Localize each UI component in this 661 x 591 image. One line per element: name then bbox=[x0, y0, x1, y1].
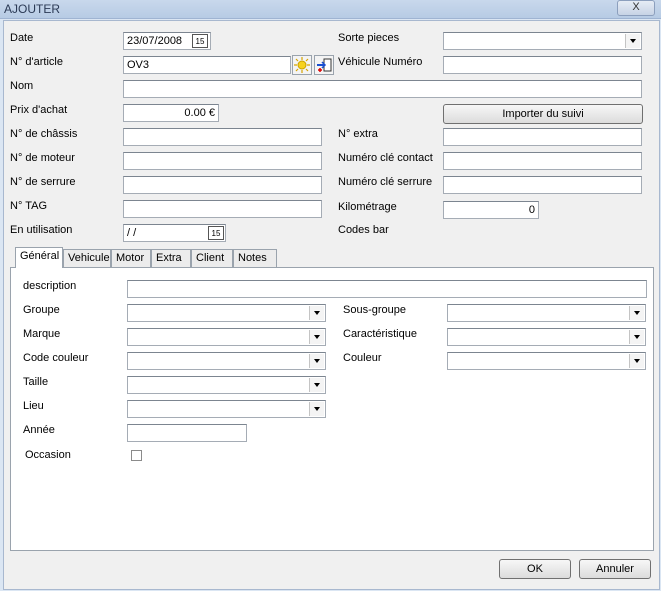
dropdown-arrow-icon[interactable] bbox=[309, 330, 324, 344]
lieu-dropdown[interactable] bbox=[127, 400, 326, 418]
dropdown-arrow-icon[interactable] bbox=[629, 330, 644, 344]
extra-label: N° extra bbox=[338, 128, 378, 140]
extra-field[interactable] bbox=[443, 128, 642, 146]
en-utilisation-label: En utilisation bbox=[10, 224, 73, 236]
annee-field[interactable] bbox=[127, 424, 247, 442]
tab-client[interactable]: Client bbox=[191, 249, 233, 267]
date-label: Date bbox=[10, 32, 34, 44]
tab-motor[interactable]: Motor bbox=[111, 249, 151, 267]
close-icon: X bbox=[632, 1, 640, 13]
new-article-icon bbox=[294, 57, 310, 73]
cle-contact-label: Numéro clé contact bbox=[338, 152, 433, 164]
moteur-label: N° de moteur bbox=[10, 152, 75, 164]
groupe-label: Groupe bbox=[23, 304, 60, 316]
nom-label: Nom bbox=[10, 80, 34, 92]
ok-button[interactable]: OK bbox=[499, 559, 571, 579]
insert-record-button[interactable] bbox=[314, 55, 334, 75]
sorte-pieces-dropdown[interactable] bbox=[443, 32, 642, 50]
dropdown-arrow-icon[interactable] bbox=[625, 34, 640, 48]
dropdown-arrow-icon[interactable] bbox=[309, 378, 324, 392]
annuler-button[interactable]: Annuler bbox=[579, 559, 651, 579]
article-label: N° d'article bbox=[10, 56, 63, 68]
kilometrage-label: Kilométrage bbox=[338, 201, 397, 213]
sorte-pieces-label: Sorte pieces bbox=[338, 32, 400, 44]
dropdown-arrow-icon[interactable] bbox=[629, 354, 644, 368]
importer-suivi-button[interactable]: Importer du suivi bbox=[443, 104, 643, 124]
tab-notes[interactable]: Notes bbox=[233, 249, 277, 267]
nom-field[interactable] bbox=[123, 80, 642, 98]
dropdown-arrow-icon[interactable] bbox=[309, 354, 324, 368]
sous-groupe-label: Sous-groupe bbox=[343, 304, 406, 316]
marque-label: Marque bbox=[23, 328, 61, 340]
vehicule-numero-label: Véhicule Numéro bbox=[338, 56, 423, 68]
article-field[interactable]: OV3 bbox=[123, 56, 291, 74]
groupe-dropdown[interactable] bbox=[127, 304, 326, 322]
serrure-field[interactable] bbox=[123, 176, 322, 194]
sous-groupe-dropdown[interactable] bbox=[447, 304, 646, 322]
insert-record-icon bbox=[317, 58, 332, 72]
dropdown-arrow-icon[interactable] bbox=[629, 306, 644, 320]
prix-achat-field[interactable]: 0.00 € bbox=[123, 104, 219, 122]
occasion-checkbox[interactable] bbox=[131, 450, 142, 461]
chassis-field[interactable] bbox=[123, 128, 322, 146]
cle-serrure-field[interactable] bbox=[443, 176, 642, 194]
tab-extra[interactable]: Extra bbox=[151, 249, 191, 267]
close-button[interactable]: X bbox=[617, 0, 655, 16]
tag-label: N° TAG bbox=[10, 200, 47, 212]
dropdown-arrow-icon[interactable] bbox=[309, 402, 324, 416]
description-field[interactable] bbox=[127, 280, 647, 298]
code-couleur-dropdown[interactable] bbox=[127, 352, 326, 370]
moteur-field[interactable] bbox=[123, 152, 322, 170]
title-bar: AJOUTER X bbox=[0, 0, 661, 19]
marque-dropdown[interactable] bbox=[127, 328, 326, 346]
caracteristique-label: Caractéristique bbox=[343, 328, 417, 340]
lieu-label: Lieu bbox=[23, 400, 44, 412]
cle-serrure-label: Numéro clé serrure bbox=[338, 176, 433, 188]
taille-label: Taille bbox=[23, 376, 49, 388]
serrure-label: N° de serrure bbox=[10, 176, 76, 188]
couleur-dropdown[interactable] bbox=[447, 352, 646, 370]
vehicule-numero-field[interactable] bbox=[443, 56, 642, 74]
taille-dropdown[interactable] bbox=[127, 376, 326, 394]
code-couleur-label: Code couleur bbox=[23, 352, 89, 364]
chassis-label: N° de châssis bbox=[10, 128, 78, 140]
cle-contact-field[interactable] bbox=[443, 152, 642, 170]
kilometrage-field[interactable]: 0 bbox=[443, 201, 539, 219]
prix-achat-label: Prix d'achat bbox=[10, 104, 68, 116]
calendar-icon[interactable]: 15 bbox=[192, 34, 208, 48]
tab-general[interactable]: Général bbox=[15, 247, 63, 268]
new-article-button[interactable] bbox=[292, 55, 312, 75]
caracteristique-dropdown[interactable] bbox=[447, 328, 646, 346]
tag-field[interactable] bbox=[123, 200, 322, 218]
description-label: description bbox=[23, 280, 77, 292]
dropdown-arrow-icon[interactable] bbox=[309, 306, 324, 320]
tab-vehicule[interactable]: Vehicule bbox=[63, 249, 111, 267]
couleur-label: Couleur bbox=[343, 352, 382, 364]
annee-label: Année bbox=[23, 424, 55, 436]
window-title: AJOUTER bbox=[4, 2, 61, 16]
occasion-label: Occasion bbox=[25, 449, 71, 461]
codes-bar-label: Codes bar bbox=[338, 224, 389, 236]
calendar-icon[interactable]: 15 bbox=[208, 226, 224, 240]
